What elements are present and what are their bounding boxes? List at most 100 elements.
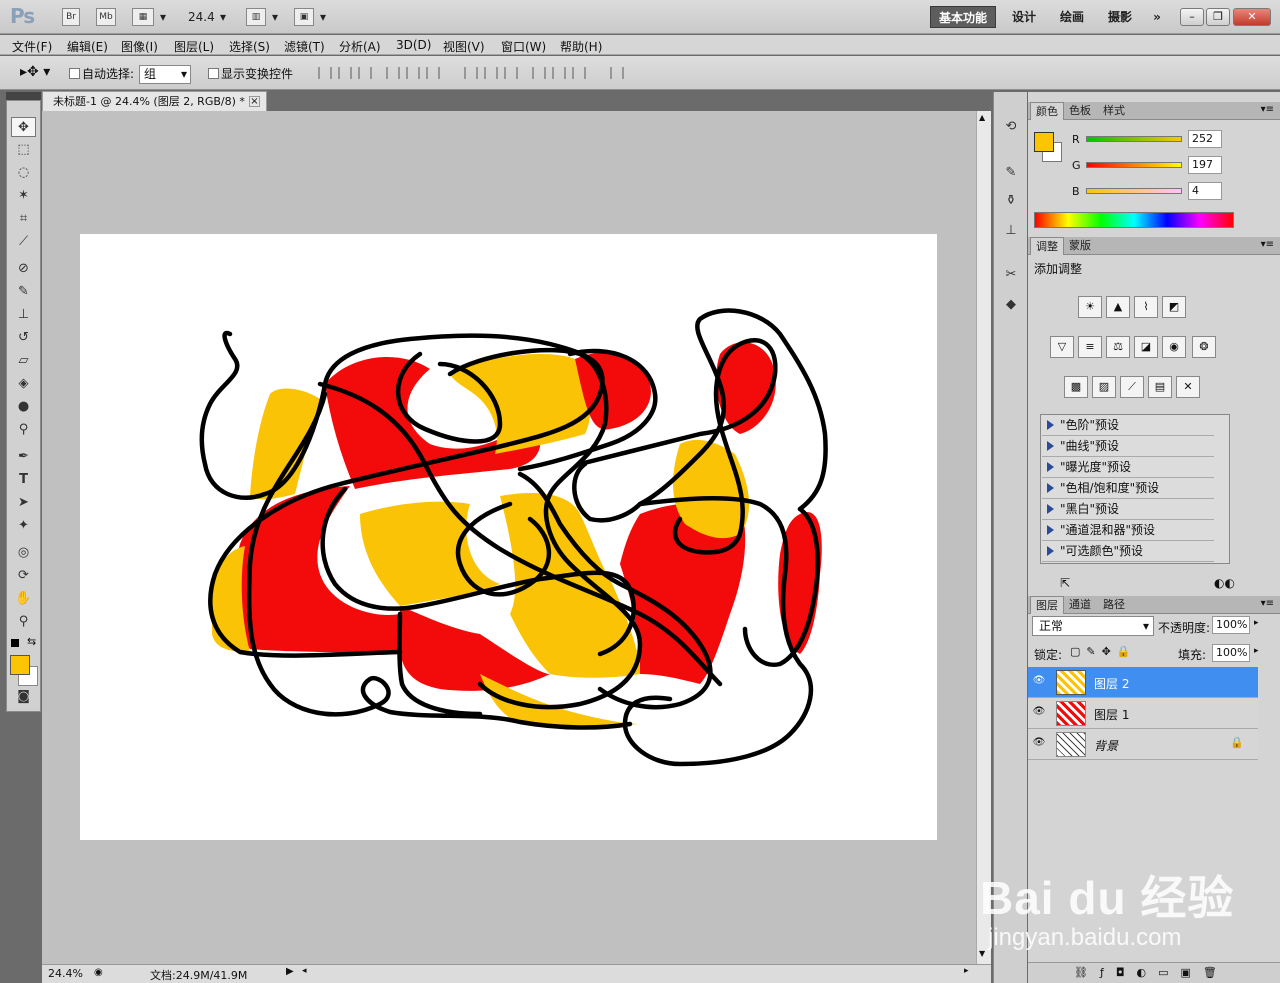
marquee-tool-icon[interactable]: ⬚: [11, 140, 36, 160]
preset-hue-saturation[interactable]: "色相/饱和度"预设: [1042, 478, 1214, 499]
tab-paths[interactable]: 路径: [1098, 596, 1130, 614]
3d-rotate-tool-icon[interactable]: ◎: [11, 543, 36, 563]
preset-selective-color[interactable]: "可选颜色"预设: [1042, 541, 1214, 562]
healing-brush-tool-icon[interactable]: ⊘: [11, 259, 36, 279]
panel-menu-icon[interactable]: ▾≡: [1261, 239, 1274, 250]
show-transform-checkbox[interactable]: [208, 68, 219, 79]
distribute-vcenter-icon[interactable]: [484, 67, 498, 79]
clone-source-icon[interactable]: ⚱: [1000, 190, 1022, 212]
pen-tool-icon[interactable]: ✒: [11, 447, 36, 467]
menu-3d[interactable]: 3D(D): [396, 38, 431, 52]
opacity-value[interactable]: 100%: [1212, 616, 1250, 634]
zoom-level[interactable]: 24.4: [188, 10, 215, 24]
workspace-design[interactable]: 设计: [1004, 6, 1044, 28]
channel-mixer-icon[interactable]: ❂: [1192, 336, 1216, 358]
tab-color[interactable]: 颜色: [1030, 102, 1064, 120]
chevron-down-icon[interactable]: ▾: [272, 10, 278, 24]
status-info-icon[interactable]: ◉: [94, 967, 103, 978]
lasso-tool-icon[interactable]: ◌: [11, 163, 36, 183]
crop-tool-icon[interactable]: ⌗: [11, 209, 36, 229]
tab-masks[interactable]: 蒙版: [1064, 237, 1096, 255]
exposure-icon[interactable]: ◩: [1162, 296, 1186, 318]
distribute-right-icon[interactable]: [572, 67, 586, 79]
menu-layer[interactable]: 图层(L): [174, 38, 214, 55]
gradient-map-icon[interactable]: ▤: [1148, 376, 1172, 398]
brush-tool-icon[interactable]: ✎: [11, 282, 36, 302]
auto-select-dropdown[interactable]: 组 ▾: [139, 65, 191, 84]
extras-icon[interactable]: ▦: [132, 8, 154, 26]
selective-color-icon[interactable]: ✕: [1176, 376, 1200, 398]
distribute-bottom-icon[interactable]: [504, 67, 518, 79]
hand-tool-icon[interactable]: ✋: [11, 589, 36, 609]
maximize-button[interactable]: ❐: [1206, 8, 1230, 26]
r-value[interactable]: 252: [1188, 130, 1222, 148]
b-value[interactable]: 4: [1188, 182, 1222, 200]
close-button[interactable]: ✕: [1233, 8, 1271, 26]
layer-actions-icons[interactable]: ⛓ƒ◘◐▭▣🗑: [1074, 966, 1229, 979]
posterize-icon[interactable]: ▨: [1092, 376, 1116, 398]
eye-icon[interactable]: 👁: [1032, 706, 1046, 720]
black-white-icon[interactable]: ◪: [1134, 336, 1158, 358]
scroll-left-icon[interactable]: ◂: [302, 966, 307, 976]
curves-icon[interactable]: ⌇: [1134, 296, 1158, 318]
blend-mode-select[interactable]: 正常 ▾: [1032, 616, 1154, 636]
document-tab[interactable]: 未标题-1 @ 24.4% (图层 2, RGB/8) * ×: [42, 91, 267, 111]
more-workspaces-button[interactable]: »: [1146, 6, 1168, 28]
menu-analysis[interactable]: 分析(A): [339, 38, 381, 55]
mini-bridge-button[interactable]: Mb: [96, 8, 116, 26]
quick-mask-icon[interactable]: ◙: [11, 687, 36, 707]
default-colors-icon[interactable]: [11, 639, 19, 647]
color-spectrum-bar[interactable]: [1034, 212, 1234, 228]
align-vcenter-icon[interactable]: [338, 67, 352, 79]
fill-arrow-icon[interactable]: ▸: [1254, 646, 1259, 656]
brush-panel-icon[interactable]: ✎: [1000, 162, 1022, 184]
align-left-icon[interactable]: [386, 67, 400, 79]
vertical-scrollbar[interactable]: ▲ ▼: [976, 111, 991, 964]
workspace-essentials[interactable]: 基本功能: [930, 6, 996, 28]
status-zoom[interactable]: 24.4%: [48, 967, 83, 980]
auto-select-checkbox[interactable]: [69, 68, 80, 79]
eye-icon[interactable]: 👁: [1032, 737, 1046, 751]
preset-levels[interactable]: "色阶"预设: [1042, 415, 1214, 436]
arrange-docs-icon[interactable]: ▥: [246, 8, 266, 26]
zoom-tool-icon[interactable]: ⚲: [11, 612, 36, 632]
panel-menu-icon[interactable]: ▾≡: [1261, 104, 1274, 115]
r-slider[interactable]: [1086, 136, 1182, 142]
history-brush-tool-icon[interactable]: ↺: [11, 328, 36, 348]
path-select-tool-icon[interactable]: ➤: [11, 493, 36, 513]
align-top-icon[interactable]: [318, 67, 332, 79]
b-slider[interactable]: [1086, 188, 1182, 194]
distribute-left-icon[interactable]: [532, 67, 546, 79]
color-fg-swatch[interactable]: [1034, 132, 1054, 152]
distribute-top-icon[interactable]: [464, 67, 478, 79]
quick-select-tool-icon[interactable]: ✶: [11, 186, 36, 206]
photo-filter-icon[interactable]: ◉: [1162, 336, 1186, 358]
scroll-right-icon[interactable]: ▸: [964, 966, 969, 976]
clip-layer-icon[interactable]: ⇱: [1060, 576, 1070, 590]
history-panel-icon[interactable]: ⟲: [1000, 116, 1022, 138]
menu-filter[interactable]: 滤镜(T): [284, 38, 325, 55]
workspace-photography[interactable]: 摄影: [1100, 6, 1140, 28]
align-bottom-icon[interactable]: [358, 67, 372, 79]
tab-adjustments[interactable]: 调整: [1030, 237, 1064, 255]
paint-bucket-tool-icon[interactable]: ◈: [11, 374, 36, 394]
layer-row[interactable]: 👁 背景 🔒: [1028, 729, 1258, 760]
foreground-color-swatch[interactable]: [10, 655, 30, 675]
swap-colors-icon[interactable]: ⇆: [27, 635, 36, 648]
brightness-contrast-icon[interactable]: ☀: [1078, 296, 1102, 318]
close-tab-icon[interactable]: ×: [249, 96, 260, 107]
stamp-panel-icon[interactable]: ⊥: [1000, 220, 1022, 242]
vibrance-icon[interactable]: ▽: [1050, 336, 1074, 358]
invert-icon[interactable]: ▩: [1064, 376, 1088, 398]
preset-channel-mixer[interactable]: "通道混和器"预设: [1042, 520, 1214, 541]
tab-layers[interactable]: 图层: [1030, 596, 1064, 614]
blur-tool-icon[interactable]: ●: [11, 397, 36, 417]
chevron-down-icon[interactable]: ▾: [220, 10, 226, 24]
align-right-icon[interactable]: [426, 67, 440, 79]
hue-saturation-icon[interactable]: ≡: [1078, 336, 1102, 358]
menu-select[interactable]: 选择(S): [229, 38, 270, 55]
distribute-hcenter-icon[interactable]: [552, 67, 566, 79]
scroll-down-icon[interactable]: ▼: [979, 949, 985, 958]
3d-orbit-tool-icon[interactable]: ⟳: [11, 566, 36, 586]
opacity-arrow-icon[interactable]: ▸: [1254, 618, 1259, 628]
